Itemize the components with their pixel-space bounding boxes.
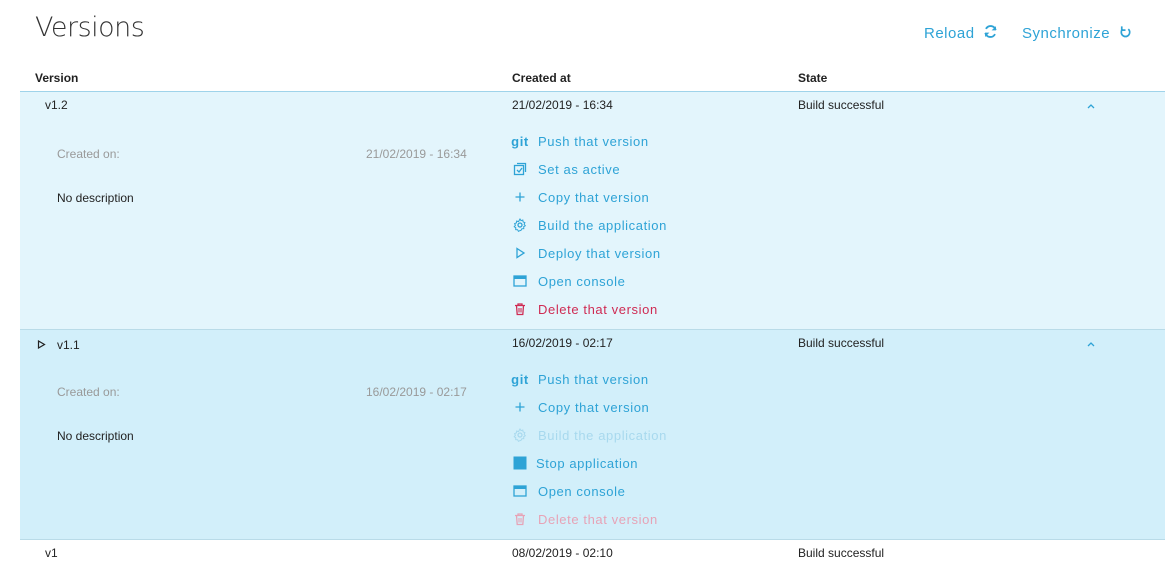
git-icon: git [511,133,529,149]
plus-icon [512,189,528,205]
push-version-label: Push that version [538,371,649,387]
copy-version-label: Copy that version [538,399,650,415]
deploy-version-button[interactable]: Deploy that version [512,245,661,261]
synchronize-button[interactable]: Synchronize [1022,24,1133,43]
version-state: Build successful [798,336,885,350]
delete-version-label: Delete that version [538,301,658,317]
push-version-button[interactable]: git Push that version [511,133,649,149]
created-on-value: 16/02/2019 - 02:17 [366,385,467,399]
version-name: v1.2 [45,98,68,112]
version-state: Build successful [798,98,885,112]
column-header-state[interactable]: State [798,71,827,85]
created-on-label: Created on: [57,147,120,161]
play-icon [512,245,528,261]
set-active-icon [512,161,528,177]
build-application-button[interactable]: Build the application [512,217,667,233]
build-application-label: Build the application [538,217,667,233]
version-description: No description [57,191,134,205]
version-state: Build successful [798,546,885,560]
version-name: v1.1 [57,338,80,352]
delete-version-button-disabled: Delete that version [512,511,658,527]
console-window-icon [512,483,528,499]
set-active-button[interactable]: Set as active [512,161,620,177]
trash-icon [512,301,528,317]
copy-version-label: Copy that version [538,189,650,205]
deploy-version-label: Deploy that version [538,245,661,261]
version-created-at: 16/02/2019 - 02:17 [512,336,613,350]
copy-version-button[interactable]: Copy that version [512,189,649,205]
plus-icon [512,399,528,415]
version-name: v1 [45,546,58,560]
version-created-at: 08/02/2019 - 02:10 [512,546,613,560]
stop-application-button[interactable]: Stop application [512,455,638,471]
version-row-v1-2[interactable] [20,92,1165,329]
stop-icon [512,455,528,471]
delete-version-label: Delete that version [538,511,658,527]
synchronize-label: Synchronize [1022,25,1111,42]
sync-icon [1118,24,1133,43]
push-version-label: Push that version [538,133,649,149]
version-description: No description [57,429,134,443]
open-console-button[interactable]: Open console [512,273,625,289]
column-header-created-at[interactable]: Created at [512,71,571,85]
trash-icon [512,511,528,527]
reload-label: Reload [924,25,975,42]
gear-icon [512,217,528,233]
push-version-button[interactable]: git Push that version [511,371,649,387]
stop-application-label: Stop application [536,455,639,471]
chevron-up-icon[interactable] [1085,338,1097,350]
console-window-icon [512,273,528,289]
running-indicator-icon [37,340,46,349]
reload-button[interactable]: Reload [924,24,998,43]
gear-icon [512,427,528,443]
created-on-value: 21/02/2019 - 16:34 [366,147,467,161]
created-on-label: Created on: [57,385,120,399]
build-application-label: Build the application [538,427,667,443]
open-console-button[interactable]: Open console [512,483,625,499]
version-created-at: 21/02/2019 - 16:34 [512,98,613,112]
copy-version-button[interactable]: Copy that version [512,399,649,415]
set-active-label: Set as active [538,161,621,177]
git-icon: git [511,371,529,387]
build-application-button-disabled: Build the application [512,427,667,443]
open-console-label: Open console [538,273,626,289]
delete-version-button[interactable]: Delete that version [512,301,658,317]
chevron-up-icon[interactable] [1085,100,1097,112]
column-header-version[interactable]: Version [35,71,78,85]
refresh-icon [983,24,998,43]
page-title: Versions [35,12,145,43]
open-console-label: Open console [538,483,626,499]
